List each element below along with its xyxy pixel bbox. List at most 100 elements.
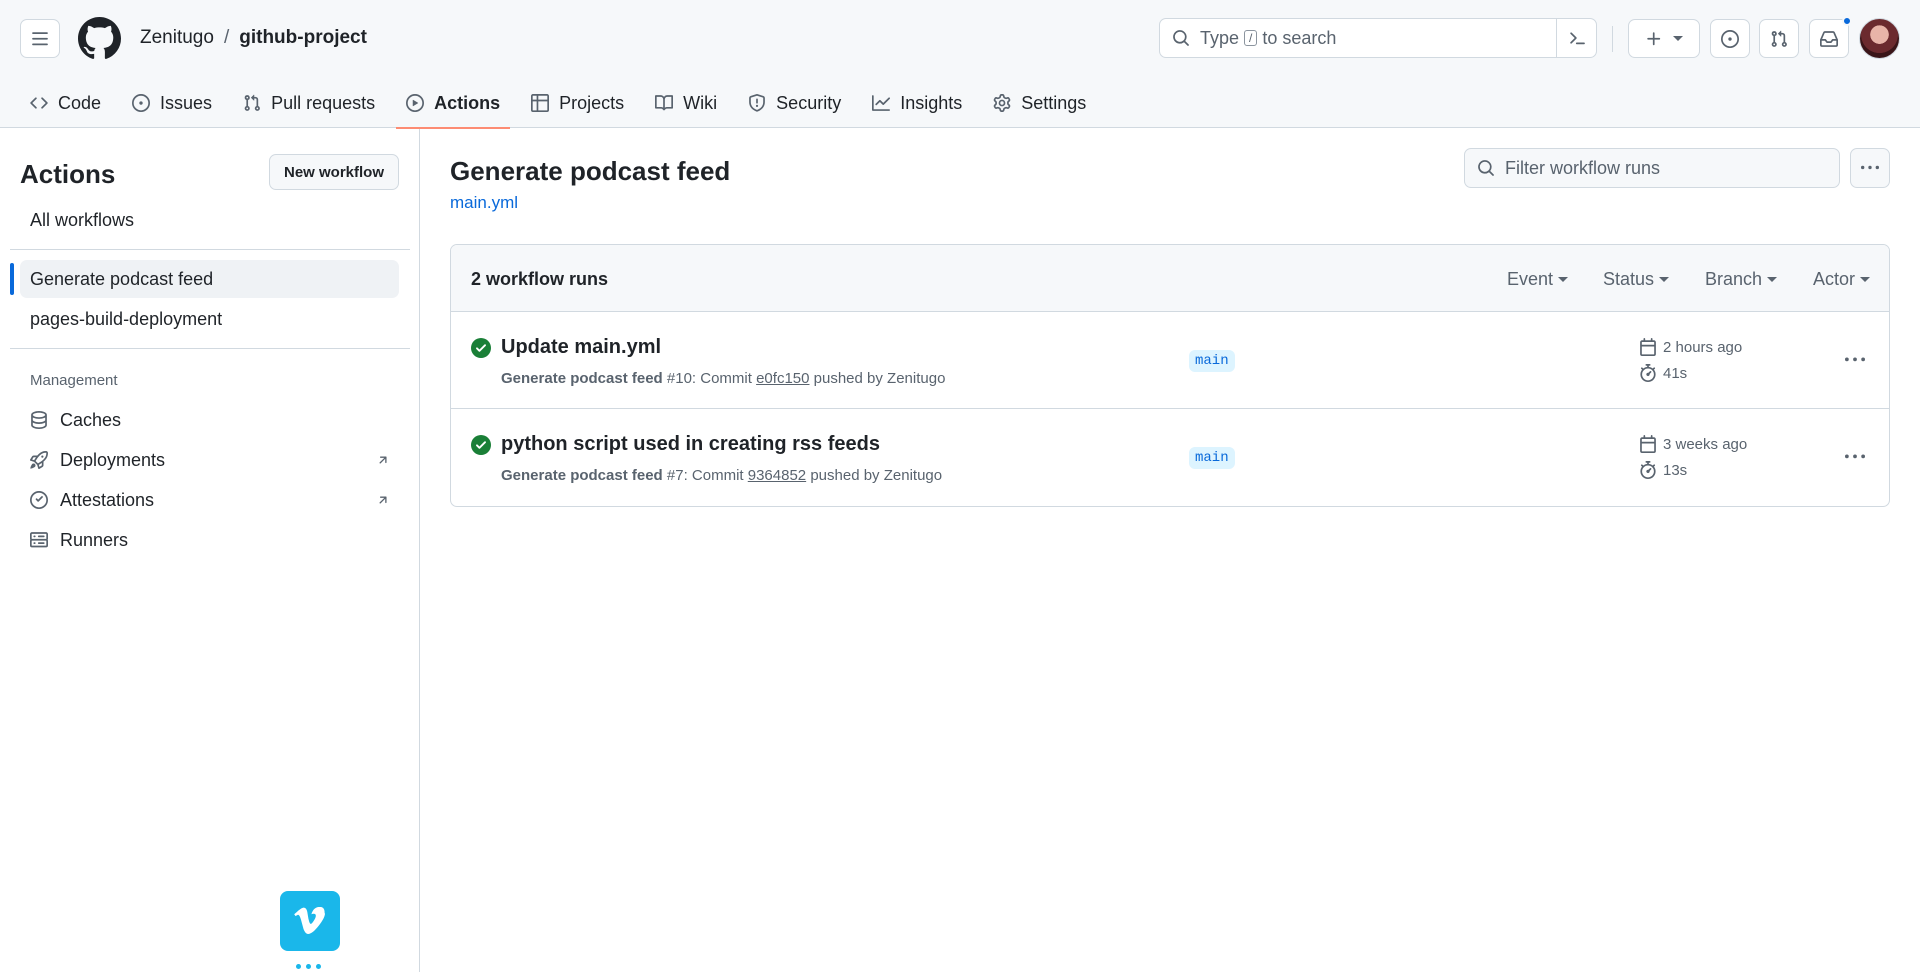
- management-item-runners[interactable]: Runners: [30, 525, 390, 555]
- hamburger-menu-button[interactable]: [20, 19, 60, 58]
- tab-label: Issues: [160, 92, 213, 113]
- book-icon: [655, 95, 674, 111]
- user-avatar[interactable]: [1859, 18, 1900, 59]
- management-item-attestations[interactable]: Attestations: [30, 485, 390, 515]
- sidebar-divider: [10, 249, 410, 250]
- management-label: Deployments: [60, 449, 166, 470]
- tab-code[interactable]: Code: [20, 78, 111, 128]
- command-palette-button[interactable]: [1556, 19, 1596, 57]
- commit-sha-link[interactable]: e0fc150: [756, 370, 809, 387]
- git-pull-request-icon: [244, 94, 260, 111]
- arrow-up-right-icon: [379, 456, 387, 464]
- tab-wiki[interactable]: Wiki: [645, 78, 727, 128]
- run-options-button[interactable]: [1839, 443, 1871, 471]
- search-shortcut-key: /: [1244, 30, 1258, 46]
- tab-label: Settings: [1021, 92, 1087, 113]
- tab-issues[interactable]: Issues: [122, 78, 222, 128]
- your-issues-button[interactable]: [1710, 19, 1750, 58]
- tab-projects[interactable]: Projects: [521, 78, 634, 128]
- run-options-button[interactable]: [1839, 346, 1871, 374]
- header-divider: [1612, 26, 1613, 52]
- github-logo-icon[interactable]: [78, 17, 121, 60]
- run-pushed-by: pushed by Zenitugo: [810, 467, 943, 484]
- filter-runs-input[interactable]: [1505, 157, 1825, 179]
- stopwatch-icon: [1640, 364, 1656, 382]
- tab-insights[interactable]: Insights: [862, 78, 972, 128]
- workflow-label: Generate podcast feed: [30, 268, 214, 289]
- actor-filter-dropdown[interactable]: Actor: [1813, 269, 1871, 290]
- arrow-up-right-icon: [379, 496, 387, 504]
- management-label: Attestations: [60, 489, 155, 510]
- notifications-button[interactable]: [1809, 16, 1852, 58]
- tab-actions[interactable]: Actions: [396, 78, 511, 129]
- run-pushed-by: pushed by Zenitugo: [813, 370, 946, 387]
- filter-label: Status: [1603, 269, 1655, 289]
- workflow-item-generate-podcast-feed[interactable]: Generate podcast feed: [10, 260, 399, 298]
- run-title-link[interactable]: Update main.yml: [501, 336, 661, 359]
- run-meta: Generate podcast feed #7: Commit 9364852…: [501, 467, 942, 484]
- workflow-runs-list: 2 workflow runs Event Status Branch Acto…: [450, 244, 1890, 507]
- event-filter-dropdown[interactable]: Event: [1507, 269, 1569, 290]
- workflow-file-link[interactable]: main.yml: [450, 193, 518, 213]
- search-input[interactable]: Type / to search: [1159, 18, 1597, 58]
- tab-pull-requests[interactable]: Pull requests: [233, 78, 385, 128]
- commit-sha-link[interactable]: 9364852: [748, 467, 806, 484]
- workflow-options-button[interactable]: [1850, 148, 1890, 188]
- tab-settings[interactable]: Settings: [983, 78, 1096, 128]
- workflow-run-row[interactable]: Update main.yml Generate podcast feed #1…: [451, 312, 1889, 409]
- runs-count: 2 workflow runs: [471, 269, 609, 289]
- calendar-icon: [1640, 338, 1656, 356]
- vimeo-logo-icon: [294, 907, 325, 934]
- git-pull-request-icon: [1771, 30, 1787, 47]
- owner-link[interactable]: Zenitugo: [140, 27, 214, 49]
- run-duration-text: 41s: [1663, 364, 1688, 382]
- runs-list-header: 2 workflow runs Event Status Branch Acto…: [451, 245, 1889, 312]
- top-bar: Zenitugo / github-project Type / to sear…: [0, 0, 1920, 78]
- terminal-icon: [1569, 32, 1585, 45]
- workflow-label: pages-build-deployment: [30, 308, 223, 329]
- branch-filter-dropdown[interactable]: Branch: [1705, 269, 1778, 290]
- run-duration: 41s: [1639, 364, 1687, 382]
- branch-badge[interactable]: main: [1189, 350, 1235, 372]
- tab-label: Pull requests: [271, 92, 376, 113]
- filter-runs-field[interactable]: [1464, 148, 1840, 188]
- vimeo-extension-button[interactable]: [280, 891, 340, 951]
- more-dots-icon[interactable]: [296, 964, 321, 969]
- filter-label: Branch: [1705, 269, 1763, 289]
- tab-security[interactable]: Security: [738, 78, 851, 128]
- tab-label: Actions: [434, 92, 501, 113]
- issue-opened-icon: [1721, 29, 1739, 48]
- run-title-link[interactable]: python script used in creating rss feeds: [501, 433, 880, 456]
- filter-label: Actor: [1813, 269, 1856, 289]
- database-icon: [31, 411, 47, 429]
- verified-icon: [30, 491, 48, 509]
- search-prefix: Type: [1200, 27, 1240, 48]
- new-workflow-button[interactable]: New workflow: [269, 154, 399, 190]
- status-filter-dropdown[interactable]: Status: [1603, 269, 1670, 290]
- check-circle-fill-icon: [471, 435, 491, 455]
- breadcrumb: Zenitugo / github-project: [140, 27, 367, 49]
- search-suffix: to search: [1262, 27, 1337, 48]
- branch-badge[interactable]: main: [1189, 447, 1235, 469]
- run-when-text: 2 hours ago: [1663, 338, 1743, 356]
- check-circle-fill-icon: [471, 338, 491, 358]
- play-icon: [406, 94, 425, 112]
- kebab-horizontal-icon: [1861, 165, 1879, 170]
- workflow-item-pages-build-deployment[interactable]: pages-build-deployment: [20, 300, 399, 338]
- workflow-run-row[interactable]: python script used in creating rss feeds…: [451, 409, 1889, 506]
- all-workflows-link[interactable]: All workflows: [30, 210, 134, 231]
- run-workflow-name: Generate podcast feed: [501, 370, 663, 387]
- code-icon: [30, 97, 48, 109]
- search-icon: [1173, 30, 1189, 46]
- management-item-deployments[interactable]: Deployments: [30, 445, 390, 475]
- management-item-caches[interactable]: Caches: [30, 405, 390, 435]
- shield-icon: [749, 94, 766, 112]
- management-label: Runners: [60, 529, 129, 550]
- repo-link[interactable]: github-project: [239, 27, 367, 49]
- unread-indicator: [1842, 16, 1852, 26]
- your-pull-requests-button[interactable]: [1759, 19, 1799, 58]
- create-new-button[interactable]: [1628, 19, 1700, 58]
- tab-label: Code: [58, 92, 102, 113]
- run-number: #7: Commit: [666, 467, 744, 484]
- breadcrumb-separator: /: [223, 27, 230, 48]
